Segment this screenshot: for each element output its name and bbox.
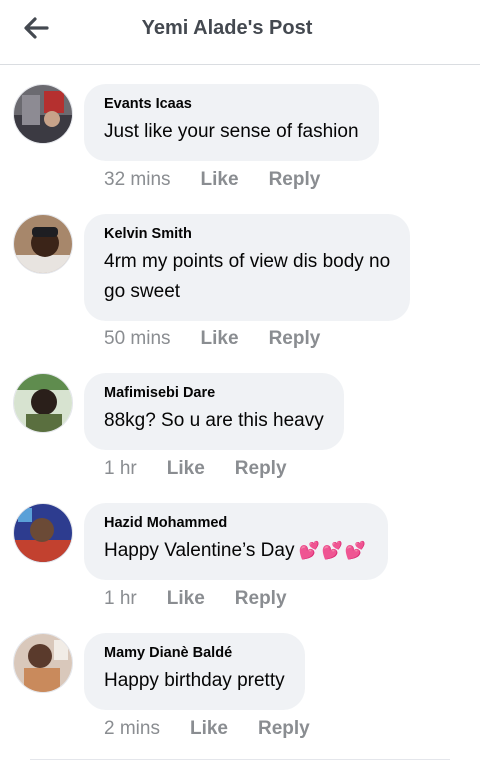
comment-author[interactable]: Mamy Dianè Baldé [104, 645, 285, 661]
like-button[interactable]: Like [201, 328, 239, 350]
like-button[interactable]: Like [201, 169, 239, 191]
like-button[interactable]: Like [190, 718, 228, 740]
avatar[interactable] [13, 214, 73, 274]
comment-time: 2 mins [104, 718, 160, 739]
comment-time: 50 mins [104, 328, 171, 349]
comment-author[interactable]: Evants Icaas [104, 96, 359, 112]
reply-button[interactable]: Reply [235, 458, 287, 480]
comment-time: 1 hr [104, 458, 137, 479]
page-title: Yemi Alade's Post [141, 17, 313, 39]
two-hearts-icon: 💕💕💕 [298, 541, 368, 560]
comment-bubble: Evants Icaas Just like your sense of fas… [84, 84, 379, 161]
comment-bubble: Mafimisebi Dare 88kg? So u are this heav… [84, 373, 344, 450]
comment-actions: 1 hr Like Reply [104, 588, 287, 610]
reply-button[interactable]: Reply [269, 328, 321, 350]
comment-actions: 2 mins Like Reply [104, 718, 310, 740]
next-comment-edge [30, 759, 450, 763]
comment-actions: 50 mins Like Reply [104, 328, 320, 350]
comment-text-content: Happy Valentine’s Day [104, 540, 295, 561]
like-button[interactable]: Like [167, 458, 205, 480]
top-bar: Yemi Alade's Post [0, 0, 480, 65]
reply-button[interactable]: Reply [258, 718, 310, 740]
comment-author[interactable]: Mafimisebi Dare [104, 385, 324, 401]
comment-text: 88kg? So u are this heavy [104, 410, 324, 431]
avatar[interactable] [13, 84, 73, 144]
comment-actions: 32 mins Like Reply [104, 169, 320, 191]
comment-text: 4rm my points of view dis body no go swe… [104, 251, 391, 302]
comment-text: Happy Valentine’s Day 💕💕💕 [104, 536, 368, 566]
comment-author[interactable]: Hazid Mohammed [104, 515, 368, 531]
comment-actions: 1 hr Like Reply [104, 458, 287, 480]
comment-time: 32 mins [104, 169, 171, 190]
comment-text: Just like your sense of fashion [104, 121, 359, 142]
reply-button[interactable]: Reply [269, 169, 321, 191]
avatar[interactable] [13, 373, 73, 433]
comment-text: Happy birthday pretty [104, 670, 285, 691]
comment-bubble: Hazid Mohammed Happy Valentine’s Day 💕💕💕 [84, 503, 388, 580]
like-button[interactable]: Like [167, 588, 205, 610]
comment-bubble: Mamy Dianè Baldé Happy birthday pretty [84, 633, 305, 710]
avatar[interactable] [13, 503, 73, 563]
avatar[interactable] [13, 633, 73, 693]
reply-button[interactable]: Reply [235, 588, 287, 610]
comment-time: 1 hr [104, 588, 137, 609]
comment-author[interactable]: Kelvin Smith [104, 226, 390, 242]
comment-bubble: Kelvin Smith 4rm my points of view dis b… [84, 214, 411, 321]
